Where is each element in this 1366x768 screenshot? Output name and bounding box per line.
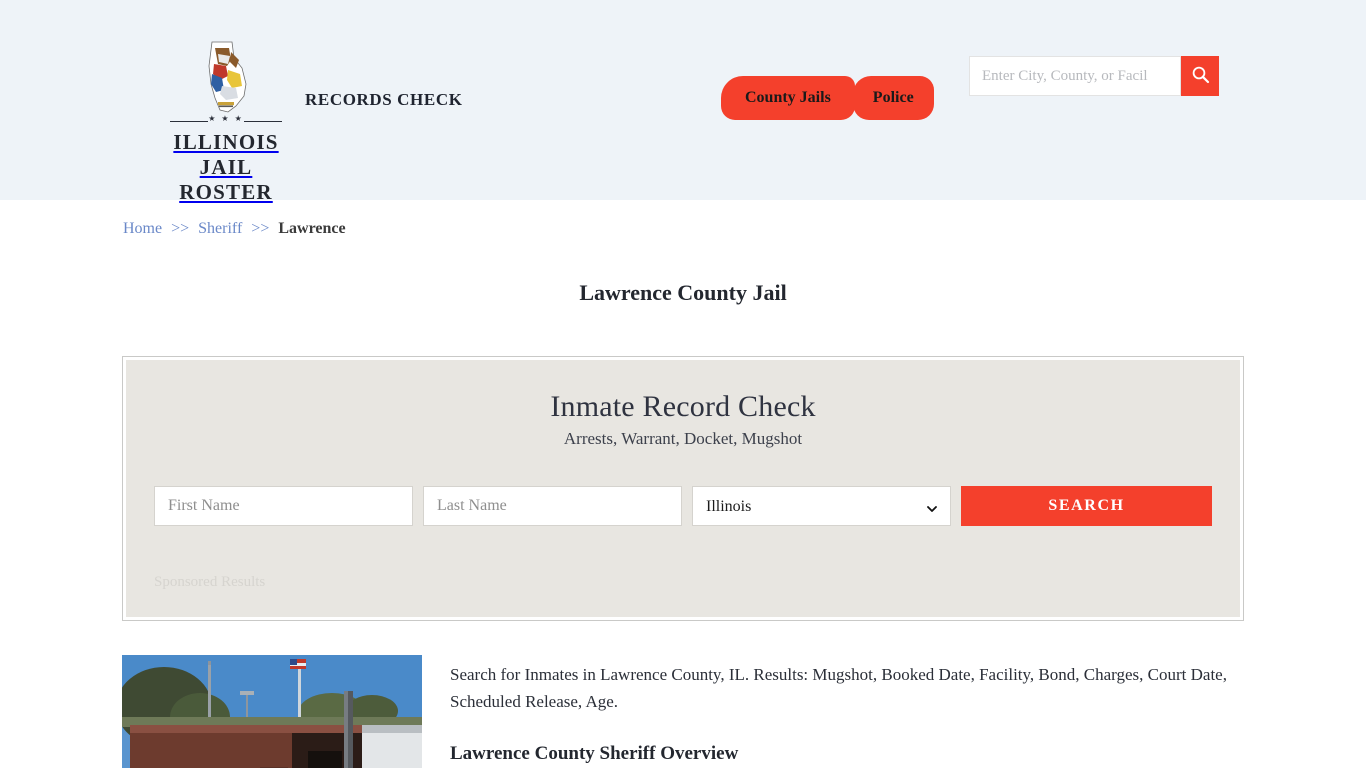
primary-nav: County Jails Police [721,76,932,120]
nav-tab-police[interactable]: Police [853,76,934,120]
breadcrumb-separator: >> [251,220,269,237]
sponsored-results-label: Sponsored Results [154,574,1212,591]
content-section-heading: Lawrence County Sheriff Overview [450,743,1244,765]
breadcrumb-current-lawrence: Lawrence [278,220,345,237]
breadcrumb: Home >> Sheriff >> Lawrence [123,200,1243,238]
inmate-record-check-panel: Inmate Record Check Arrests, Warrant, Do… [122,356,1244,621]
panel-heading: Inmate Record Check [154,390,1212,424]
state-select[interactable]: Illinois [692,486,951,526]
content-paragraph: Search for Inmates in Lawrence County, I… [450,661,1244,715]
site-logo[interactable]: ★ ★ ★ ILLINOIS JAIL ROSTER [156,40,296,205]
inmate-search-button[interactable]: SEARCH [961,486,1212,526]
logo-text-line1: ILLINOIS [156,130,296,155]
search-input[interactable] [969,56,1181,96]
sheriff-office-photo [122,655,422,768]
search-icon [1191,65,1210,87]
content-section: Search for Inmates in Lawrence County, I… [122,655,1244,768]
breadcrumb-separator: >> [171,220,189,237]
breadcrumb-link-sheriff[interactable]: Sheriff [198,220,242,237]
header-inner: ★ ★ ★ ILLINOIS JAIL ROSTER RECORDS CHECK… [123,0,1243,200]
panel-subheading: Arrests, Warrant, Docket, Mugshot [154,429,1212,449]
breadcrumb-link-home[interactable]: Home [123,220,162,237]
logo-divider: ★ ★ ★ [170,116,282,126]
panel-inner: Inmate Record Check Arrests, Warrant, Do… [126,360,1240,617]
first-name-input[interactable] [154,486,413,526]
inmate-search-form: Illinois SEARCH [154,486,1212,526]
illinois-state-outline-seal-icon [198,40,254,114]
site-header: ★ ★ ★ ILLINOIS JAIL ROSTER RECORDS CHECK… [0,0,1366,200]
logo-text-line2: JAIL ROSTER [156,155,296,205]
state-select-wrap: Illinois [692,486,951,526]
last-name-input[interactable] [423,486,682,526]
search-submit-button[interactable] [1181,56,1219,96]
header-search [969,56,1219,96]
site-tagline: RECORDS CHECK [305,90,463,110]
nav-tab-county-jails[interactable]: County Jails [721,76,855,120]
content-body: Search for Inmates in Lawrence County, I… [450,655,1244,768]
page-title: Lawrence County Jail [0,280,1366,306]
